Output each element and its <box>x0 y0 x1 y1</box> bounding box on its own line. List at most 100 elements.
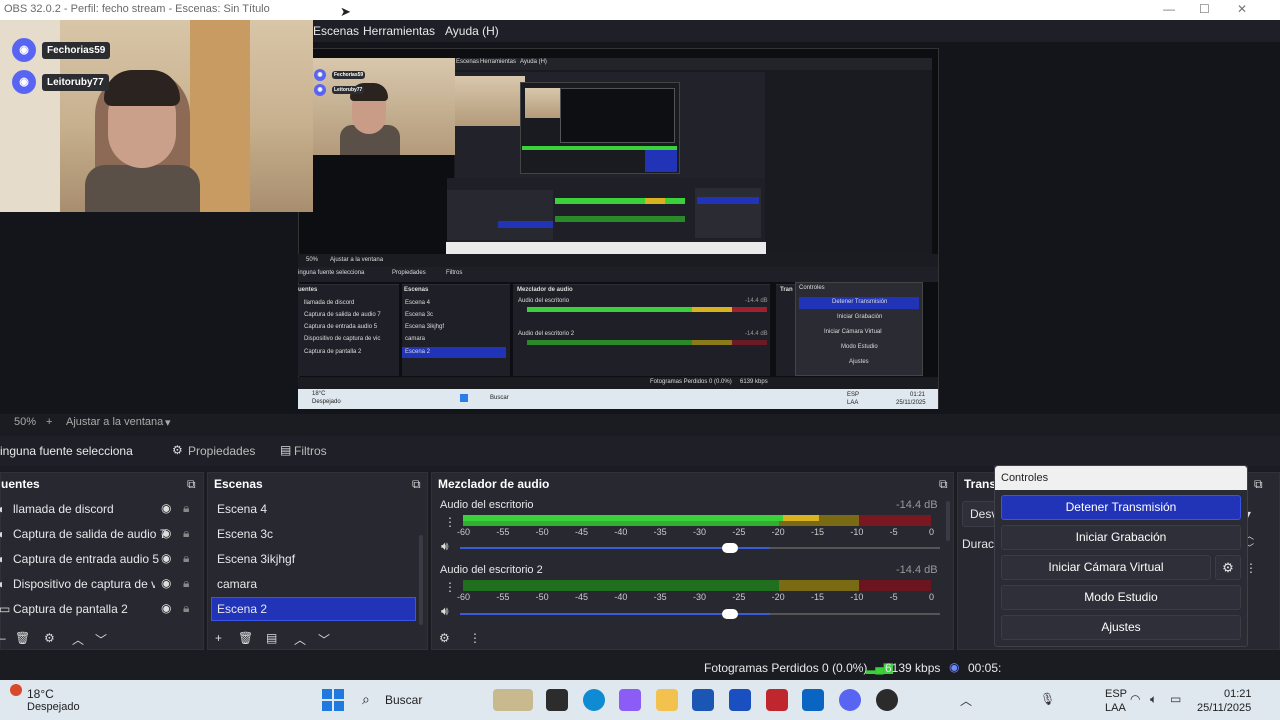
clock-time[interactable]: 01:21 <box>1224 688 1252 700</box>
remove-icon[interactable]: – <box>0 631 6 645</box>
speaker-icon[interactable]: 🔊︎ <box>441 604 449 619</box>
kebab-menu-icon[interactable]: ⋮ <box>444 580 456 594</box>
trash-icon[interactable]: 🗑︎ <box>15 631 30 645</box>
source-item[interactable]: Captura de entrada audio 5 <box>13 552 159 566</box>
meter-tick-label: -60 <box>457 527 471 537</box>
store-icon[interactable] <box>692 689 714 711</box>
nested-discord-user-1: ◉ Fechorias59 <box>314 69 366 81</box>
popout-icon[interactable]: ⧉ <box>939 477 948 492</box>
trash-icon[interactable]: 🗑︎ <box>238 631 253 645</box>
nested-controls-title: Controles <box>799 285 825 291</box>
menu-herramientas[interactable]: Herramientas <box>363 24 435 38</box>
filter-icon[interactable]: ▤ <box>266 631 277 645</box>
maximize-button[interactable]: ☐ <box>1199 2 1210 16</box>
lock-icon[interactable]: 🔒︎ <box>183 526 189 541</box>
arrow-down-icon[interactable]: ﹀ <box>318 631 330 648</box>
windows-start-icon[interactable] <box>322 689 344 711</box>
source-item[interactable]: llamada de discord <box>13 502 114 516</box>
mixer-scrollbar[interactable] <box>946 501 950 541</box>
discord-icon[interactable] <box>839 689 861 711</box>
copilot-icon[interactable] <box>619 689 641 711</box>
lang-layout[interactable]: LAA <box>1105 702 1126 714</box>
menu-ayuda[interactable]: Ayuda (H) <box>445 24 499 38</box>
nested-meter-mini-1-yellow <box>645 198 665 204</box>
eye-icon[interactable]: ◉ <box>161 601 171 615</box>
studio-mode-button[interactable]: Modo Estudio <box>1001 585 1241 610</box>
status-bar: Fotogramas Perdidos 0 (0.0%) ▂▄▆ 6139 kb… <box>0 656 1280 680</box>
edge-icon[interactable] <box>583 689 605 711</box>
lock-icon[interactable]: 🔒︎ <box>183 501 189 516</box>
file-explorer-icon[interactable] <box>656 689 678 711</box>
obs-icon[interactable] <box>876 689 898 711</box>
settings-button[interactable]: Ajustes <box>1001 615 1241 640</box>
scene-item[interactable]: Escena 3ikjhgf <box>217 552 295 566</box>
lang-code[interactable]: ESP <box>1105 688 1127 700</box>
source-item[interactable]: Dispositivo de captura de vic <box>13 577 155 591</box>
arrow-down-icon[interactable]: ﹀ <box>95 631 107 648</box>
volume-slider-2[interactable] <box>722 609 738 619</box>
lock-icon[interactable]: 🔒︎ <box>183 601 189 616</box>
scene-item[interactable]: Escena 4 <box>217 502 267 516</box>
popout-icon[interactable]: ⧉ <box>412 477 421 492</box>
mcafee-icon[interactable] <box>766 689 788 711</box>
start-recording-button[interactable]: Iniciar Grabación <box>1001 525 1241 550</box>
search-box[interactable]: Buscar <box>385 693 422 707</box>
source-item[interactable]: Captura de salida de audio 7 <box>13 527 166 541</box>
arrow-up-icon[interactable]: ︿ <box>294 631 306 648</box>
task-view-icon[interactable] <box>546 689 568 711</box>
arrow-up-icon[interactable]: ︿ <box>72 631 84 648</box>
scene-item[interactable]: Escena 2 <box>217 602 267 616</box>
app-icon[interactable] <box>729 689 751 711</box>
scene-item[interactable]: camara <box>217 577 257 591</box>
eye-icon[interactable]: ◉ <box>161 501 171 515</box>
scene-item[interactable]: Escena 3c <box>217 527 273 541</box>
lock-icon[interactable]: 🔒︎ <box>183 551 189 566</box>
zoom-fit-label[interactable]: Ajustar a la ventana <box>66 416 163 428</box>
kebab-menu-icon[interactable]: ⋮ <box>444 515 456 529</box>
kebab-menu-icon[interactable]: ⋮ <box>469 631 481 645</box>
close-button[interactable]: ✕ <box>1237 2 1247 16</box>
wifi-icon[interactable]: ◠ <box>1130 692 1140 706</box>
scenes-scrollbar[interactable] <box>419 535 423 625</box>
add-icon[interactable]: + <box>215 631 222 645</box>
popout-icon[interactable]: ⧉ <box>1254 477 1263 492</box>
zoom-add-icon[interactable]: + <box>46 416 52 428</box>
virtual-camera-settings-icon[interactable]: ⚙ <box>1215 555 1241 580</box>
volume-slider-1[interactable] <box>722 543 738 553</box>
menu-escenas[interactable]: Escenas <box>313 24 359 38</box>
source-item[interactable]: Captura de pantalla 2 <box>13 602 128 616</box>
eye-icon[interactable]: ◉ <box>161 526 171 540</box>
meter-tick-label: -40 <box>614 592 628 602</box>
weather-desc[interactable]: Despejado <box>27 701 80 713</box>
mic-icon[interactable]: 🎙︎ <box>1040 692 1055 706</box>
filters-button[interactable]: Filtros <box>294 444 327 458</box>
zoom-dropdown-icon[interactable]: ▾ <box>165 416 171 429</box>
eye-icon[interactable]: ◉ <box>161 576 171 590</box>
meter-scale-2: -60 -55 -50 -45 -40 -35 -30 -25 -20 -15 -10 -5 0 <box>457 592 938 604</box>
nested-control-2: Iniciar Cámara Virtual <box>824 329 882 335</box>
minimize-button[interactable]: — <box>1163 2 1175 16</box>
weather-icon[interactable] <box>10 684 22 696</box>
nested-properties: Propiedades <box>392 270 426 276</box>
speaker-icon[interactable]: 🔈︎ <box>1150 692 1157 707</box>
properties-button[interactable]: Propiedades <box>188 444 255 458</box>
chevron-up-icon[interactable]: ︿ <box>960 692 972 709</box>
lock-icon[interactable]: 🔒︎ <box>183 576 189 591</box>
gear-icon[interactable]: ⚙ <box>44 631 55 645</box>
widgets-icon[interactable] <box>493 689 533 711</box>
popout-icon[interactable]: ⧉ <box>187 477 196 492</box>
zoom-level[interactable]: 50% <box>14 416 36 428</box>
search-icon[interactable]: ⌕ <box>362 691 370 708</box>
stop-stream-button[interactable]: Detener Transmisión <box>1001 495 1241 520</box>
outlook-icon[interactable] <box>802 689 824 711</box>
advanced-audio-icon[interactable]: ⚙ <box>439 631 450 645</box>
nested-mixer-title: Mezclador de audio <box>517 287 573 293</box>
speaker-icon[interactable]: 🔊︎ <box>441 539 449 554</box>
clock-date[interactable]: 25/11/2025 <box>1197 702 1251 714</box>
virtual-camera-button[interactable]: Iniciar Cámara Virtual <box>1001 555 1211 580</box>
nested-meter-mini-2 <box>555 216 685 222</box>
eye-icon[interactable]: ◉ <box>161 551 171 565</box>
weather-temp[interactable]: 18°C <box>27 687 54 701</box>
battery-icon[interactable]: ▭ <box>1170 692 1181 706</box>
nested-date: 25/11/2025 <box>896 400 926 406</box>
